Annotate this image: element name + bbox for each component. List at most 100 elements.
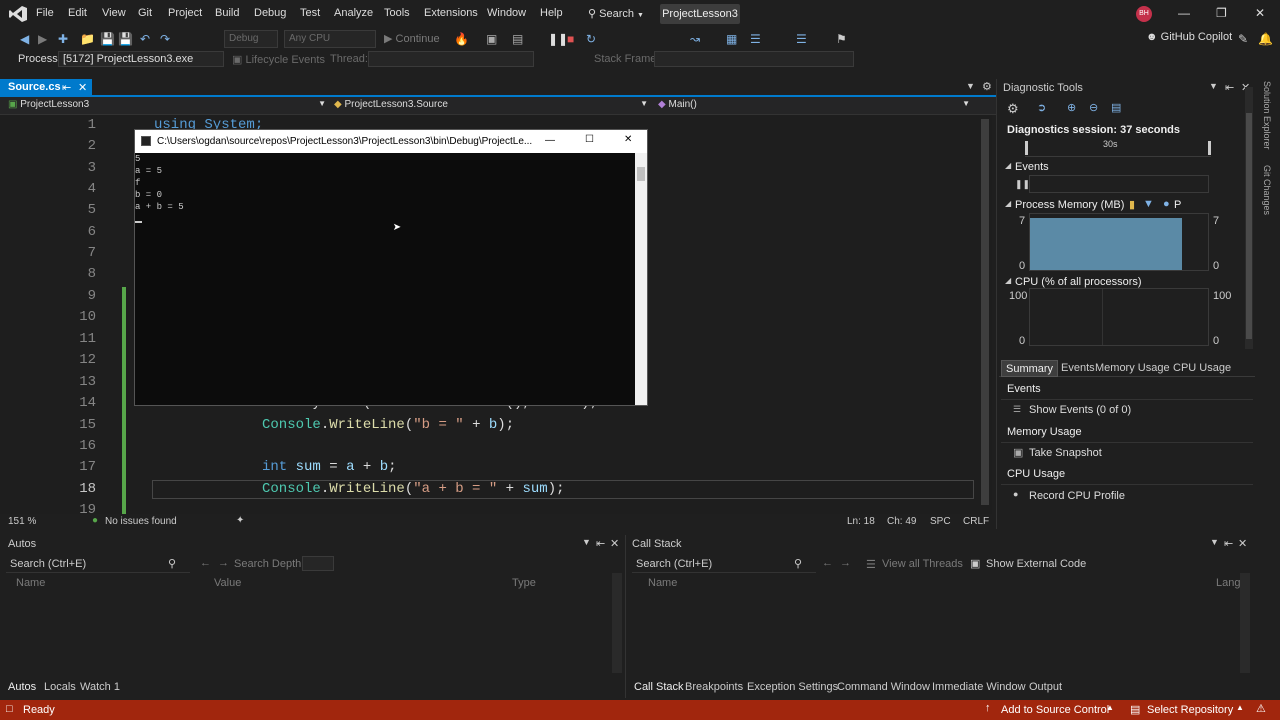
breakpoints-icon[interactable]: ▦ [726, 32, 737, 46]
brush-icon[interactable]: ✦ [236, 515, 244, 526]
select-repository-button[interactable]: Select Repository [1147, 704, 1233, 716]
feedback-icon[interactable]: ✎ [1238, 32, 1248, 46]
record-cpu-profile-button[interactable]: Record CPU Profile [1029, 490, 1125, 502]
column-value[interactable]: Value [214, 577, 241, 589]
tab-output[interactable]: Output [1029, 681, 1062, 693]
stack-frame-select[interactable] [654, 51, 854, 67]
search-forward-icon[interactable]: → [840, 557, 851, 569]
scroll-thumb[interactable] [981, 119, 989, 505]
tab-watch-1[interactable]: Watch 1 [80, 681, 120, 693]
new-item-icon[interactable]: ✚ [58, 32, 68, 46]
tab-exception-settings[interactable]: Exception Settings [747, 681, 838, 693]
console-close-button[interactable]: ✕ [624, 134, 632, 145]
menu-extensions[interactable]: Extensions [424, 7, 478, 19]
autos-scrollbar[interactable] [612, 573, 622, 673]
notifications-icon[interactable]: ⚠ [1256, 702, 1266, 715]
menu-git[interactable]: Git [138, 7, 152, 19]
column-indicator[interactable]: Ch: 49 [887, 516, 916, 527]
lifecycle-events-button[interactable]: ▣ Lifecycle Events [232, 53, 325, 66]
search-button[interactable]: ⚲ Search ▼ [588, 7, 644, 20]
column-name[interactable]: Name [16, 577, 45, 589]
menu-view[interactable]: View [102, 7, 126, 19]
menu-project[interactable]: Project [168, 7, 202, 19]
save-all-icon[interactable]: 💾 [118, 32, 133, 46]
line-indicator[interactable]: Ln: 18 [847, 516, 875, 527]
tab-source-cs[interactable]: Source.cs ⇤ ✕ [0, 79, 92, 97]
chevron-down-icon[interactable]: ▼ [1209, 81, 1218, 91]
call-stack-scrollbar[interactable] [1240, 573, 1250, 673]
settings-icon[interactable]: ⚙ [982, 80, 992, 93]
autos-search-input[interactable]: Search (Ctrl+E) ⚲ [6, 555, 190, 573]
chevron-down-icon[interactable]: ◢ [1005, 199, 1011, 208]
search-icon[interactable]: ⚲ [794, 557, 802, 570]
maximize-button[interactable]: ❐ [1216, 6, 1227, 20]
tab-autos[interactable]: Autos [8, 681, 36, 693]
search-back-icon[interactable]: ← [822, 557, 833, 569]
git-changes-tab[interactable]: Git Changes [1262, 165, 1272, 215]
pin-icon[interactable]: ⇤ [1224, 537, 1233, 550]
menu-build[interactable]: Build [215, 7, 239, 19]
console-window[interactable]: C:\Users\ogdan\source\repos\ProjectLesso… [134, 129, 648, 406]
tab-dropdown-icon[interactable]: ▼ [966, 81, 975, 91]
search-back-icon[interactable]: ← [200, 557, 211, 569]
avatar[interactable]: BH [1136, 6, 1152, 22]
scroll-thumb[interactable] [637, 167, 645, 181]
tab-breakpoints[interactable]: Breakpoints [685, 681, 743, 693]
member-nav-select[interactable]: ◆ Main() ▼ [658, 99, 970, 110]
layout-icon[interactable]: ▤ [512, 32, 523, 46]
tab-memory-usage[interactable]: Memory Usage [1095, 362, 1170, 374]
show-external-code-button[interactable]: Show External Code [986, 558, 1086, 570]
menu-tools[interactable]: Tools [384, 7, 410, 19]
memory-chart[interactable] [1029, 213, 1209, 271]
continue-button[interactable]: ▶ Continue [384, 32, 440, 45]
menu-test[interactable]: Test [300, 7, 320, 19]
search-icon[interactable]: ⚲ [168, 557, 176, 570]
tab-events[interactable]: Events [1061, 362, 1095, 374]
hot-reload-icon[interactable]: 🔥 [454, 32, 469, 46]
menu-edit[interactable]: Edit [68, 7, 87, 19]
column-lang[interactable]: Lang [1216, 577, 1240, 589]
console-scrollbar[interactable] [635, 153, 647, 405]
chevron-down-icon[interactable]: ◢ [1005, 161, 1011, 170]
close-icon[interactable]: ✕ [1238, 537, 1247, 550]
back-icon[interactable]: ◀ [20, 32, 29, 46]
zoom-level[interactable]: 151 % [8, 516, 36, 527]
thread-select[interactable] [368, 51, 534, 67]
line-ending-indicator[interactable]: CRLF [963, 516, 989, 527]
console-title-bar[interactable]: C:\Users\ogdan\source\repos\ProjectLesso… [135, 130, 647, 153]
notification-icon[interactable]: 🔔 [1258, 32, 1273, 46]
outline-icon[interactable]: ☰ [796, 32, 807, 46]
tab-command-window[interactable]: Command Window [837, 681, 930, 693]
redo-icon[interactable]: ↷ [160, 32, 170, 46]
export-icon[interactable]: ➲ [1037, 101, 1046, 114]
menu-help[interactable]: Help [540, 7, 563, 19]
pause-icon[interactable]: ❚❚ [1015, 179, 1030, 190]
tab-cpu-usage[interactable]: CPU Usage [1173, 362, 1231, 374]
events-timeline[interactable] [1029, 175, 1209, 193]
timeline-ruler[interactable]: 30s [1025, 137, 1211, 157]
column-type[interactable]: Type [512, 577, 536, 589]
console-output[interactable]: 5 a = 5 f b = 0 a + b = 5 ➤ [135, 153, 635, 405]
console-minimize-button[interactable]: — [545, 135, 555, 146]
diag-scrollbar[interactable] [1245, 87, 1253, 349]
editor-scrollbar[interactable] [980, 115, 992, 514]
add-to-source-control-button[interactable]: Add to Source Control [1001, 704, 1109, 716]
chevron-down-icon[interactable]: ▼ [1210, 537, 1219, 547]
menu-window[interactable]: Window [487, 7, 526, 19]
undo-icon[interactable]: ↶ [140, 32, 150, 46]
class-nav-select[interactable]: ◆ ProjectLesson3.Source ▼ [334, 99, 648, 110]
tab-immediate-window[interactable]: Immediate Window [932, 681, 1026, 693]
configuration-select[interactable]: Debug [224, 30, 278, 48]
bookmark-icon[interactable]: ⚑ [836, 32, 847, 46]
close-button[interactable]: ✕ [1255, 6, 1265, 20]
menu-debug[interactable]: Debug [254, 7, 286, 19]
platform-select[interactable]: Any CPU [284, 30, 376, 48]
zoom-in-icon[interactable]: ⊕ [1067, 101, 1076, 114]
timeline-end-handle[interactable] [1208, 141, 1211, 155]
pin-icon[interactable]: ⇤ [62, 81, 71, 94]
save-icon[interactable]: 💾 [100, 32, 115, 46]
column-name[interactable]: Name [648, 577, 677, 589]
view-all-threads-button[interactable]: View all Threads [882, 558, 963, 570]
tab-call-stack[interactable]: Call Stack [634, 681, 684, 693]
solution-explorer-tab[interactable]: Solution Explorer [1262, 81, 1272, 150]
